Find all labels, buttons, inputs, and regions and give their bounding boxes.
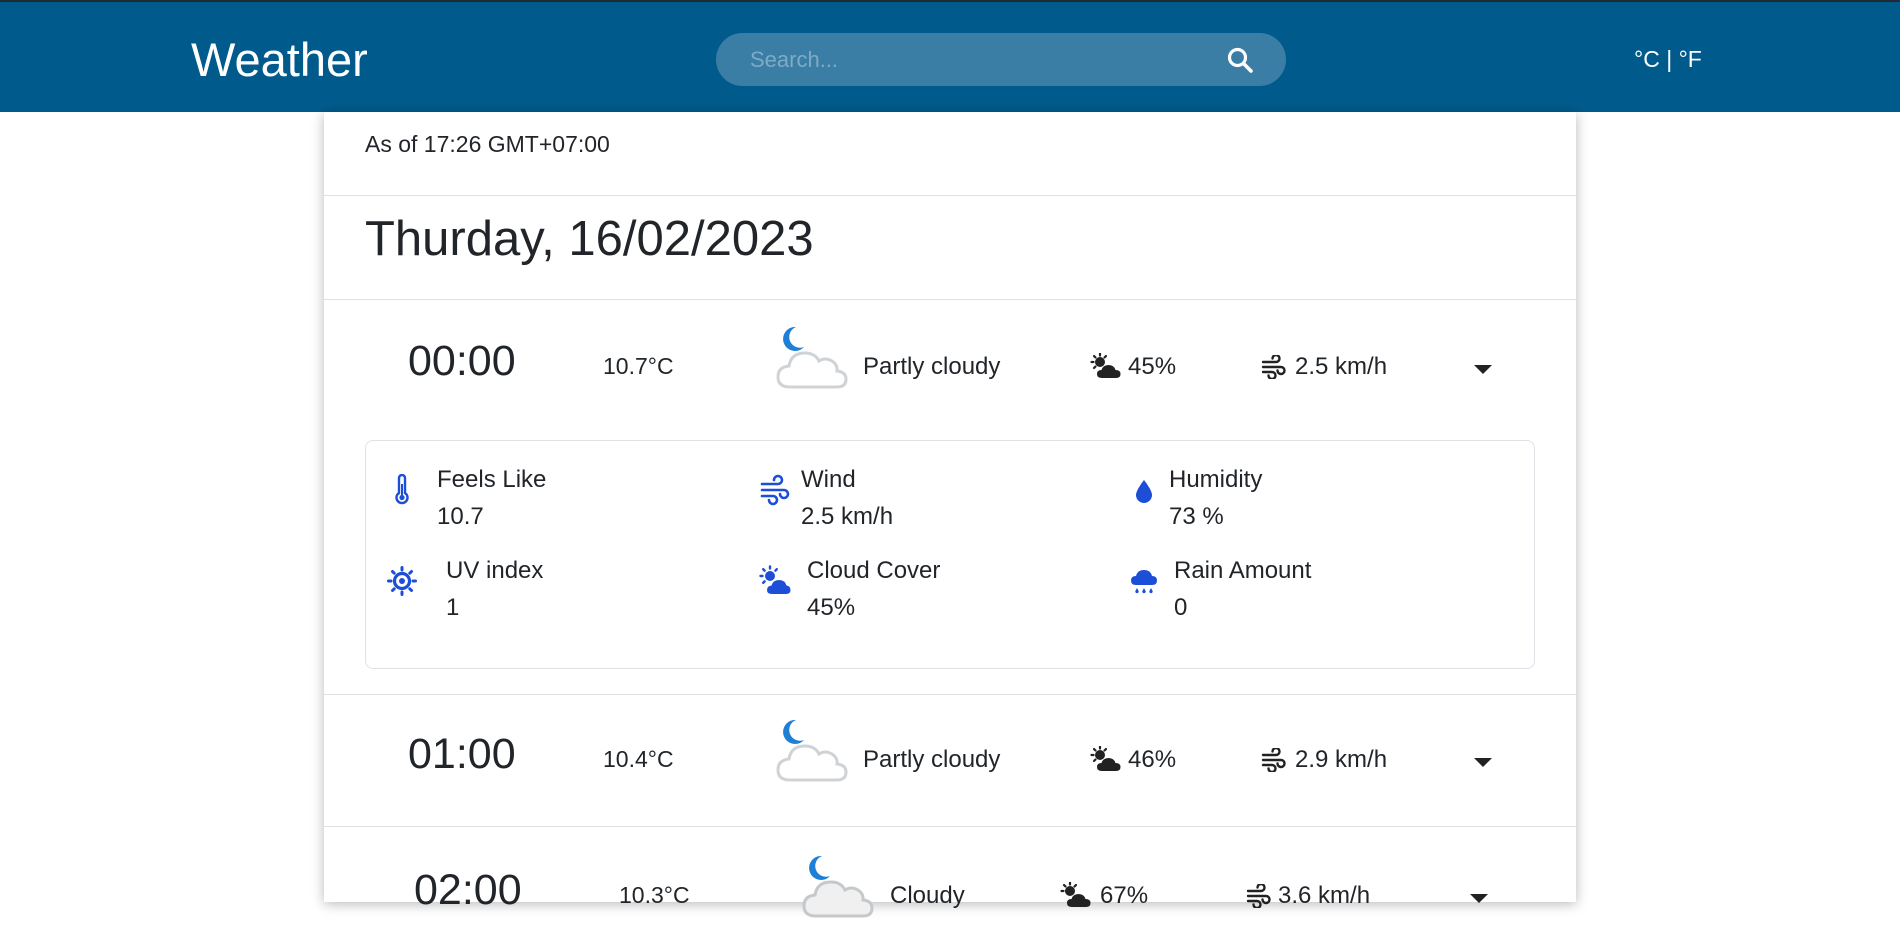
- hour-temperature: 10.4°C: [603, 746, 674, 772]
- hour-time: 01:00: [408, 730, 516, 778]
- wind-icon: [1261, 355, 1286, 379]
- search-bar: [716, 33, 1286, 86]
- updated-time: As of 17:26 GMT+07:00: [365, 131, 610, 157]
- detail-value: 45%: [807, 594, 856, 621]
- hour-condition: Partly cloudy: [863, 353, 1001, 380]
- sun-cloud-icon: [1090, 746, 1121, 771]
- unit-toggle[interactable]: °C | °F: [1634, 46, 1702, 73]
- detail-value: 1: [446, 594, 460, 621]
- hour-condition: Partly cloudy: [863, 746, 1001, 773]
- wind-icon: [1246, 884, 1271, 908]
- sun-icon: [387, 566, 417, 596]
- hour-cloud-cover: 67%: [1100, 882, 1149, 909]
- hour-condition: Cloudy: [890, 882, 965, 909]
- detail-value: 0: [1174, 594, 1188, 621]
- moon-cloud-icon: [776, 719, 848, 782]
- hour-wind: 2.9 km/h: [1295, 746, 1388, 773]
- detail-label: Rain Amount: [1174, 557, 1312, 584]
- search-icon[interactable]: [1226, 46, 1254, 74]
- hour-row[interactable]: 00:00 10.7°C Partly cloudy 45% 2.5 km/h: [324, 301, 1576, 411]
- detail-label: Humidity: [1169, 466, 1263, 493]
- moon-cloud-icon: [776, 326, 848, 389]
- detail-value: 10.7: [437, 503, 484, 530]
- date-heading: Thurday, 16/02/2023: [365, 212, 814, 266]
- detail-value: 73 %: [1169, 503, 1224, 530]
- wind-icon: [760, 474, 790, 506]
- detail-label: Wind: [801, 466, 856, 493]
- hour-temperature: 10.7°C: [603, 353, 674, 379]
- chevron-down-icon[interactable]: [1472, 754, 1494, 770]
- chevron-down-icon[interactable]: [1468, 890, 1490, 906]
- detail-value: 2.5 km/h: [801, 503, 894, 530]
- detail-label: Feels Like: [437, 466, 547, 493]
- wind-icon: [1261, 748, 1286, 772]
- thermometer-icon: [395, 474, 409, 505]
- hour-row[interactable]: 01:00 10.4°C Partly cloudy 46% 2.9 km/h: [324, 694, 1576, 804]
- detail-label: Cloud Cover: [807, 557, 941, 584]
- hour-wind: 2.5 km/h: [1295, 353, 1388, 380]
- sun-cloud-icon: [759, 565, 791, 594]
- detail-label: UV index: [446, 557, 544, 584]
- rain-cloud-icon: [1131, 570, 1157, 594]
- top-navbar: Weather °C | °F: [0, 0, 1900, 112]
- forecast-card: As of 17:26 GMT+07:00 Thurday, 16/02/202…: [324, 112, 1576, 918]
- sun-cloud-icon: [1090, 353, 1121, 378]
- hour-cloud-cover: 46%: [1128, 746, 1177, 773]
- search-input[interactable]: [750, 45, 1190, 75]
- hour-cloud-cover: 45%: [1128, 353, 1177, 380]
- divider: [324, 195, 1576, 196]
- hour-details-panel: Feels Like 10.7 Wind 2.5 km/h Humidity 7…: [365, 440, 1535, 669]
- moon-cloud-icon: [802, 855, 874, 918]
- sun-cloud-icon: [1060, 882, 1091, 907]
- hour-time: 00:00: [408, 337, 516, 385]
- hour-temperature: 10.3°C: [619, 882, 690, 908]
- divider: [324, 299, 1576, 300]
- brand-logo[interactable]: Weather: [191, 32, 368, 87]
- hour-wind: 3.6 km/h: [1278, 882, 1371, 909]
- hour-row[interactable]: 02:00 10.3°C Cloudy 67% 3.6 km/h: [324, 830, 1576, 940]
- droplet-icon: [1136, 480, 1152, 503]
- divider: [324, 826, 1576, 827]
- chevron-down-icon[interactable]: [1472, 361, 1494, 377]
